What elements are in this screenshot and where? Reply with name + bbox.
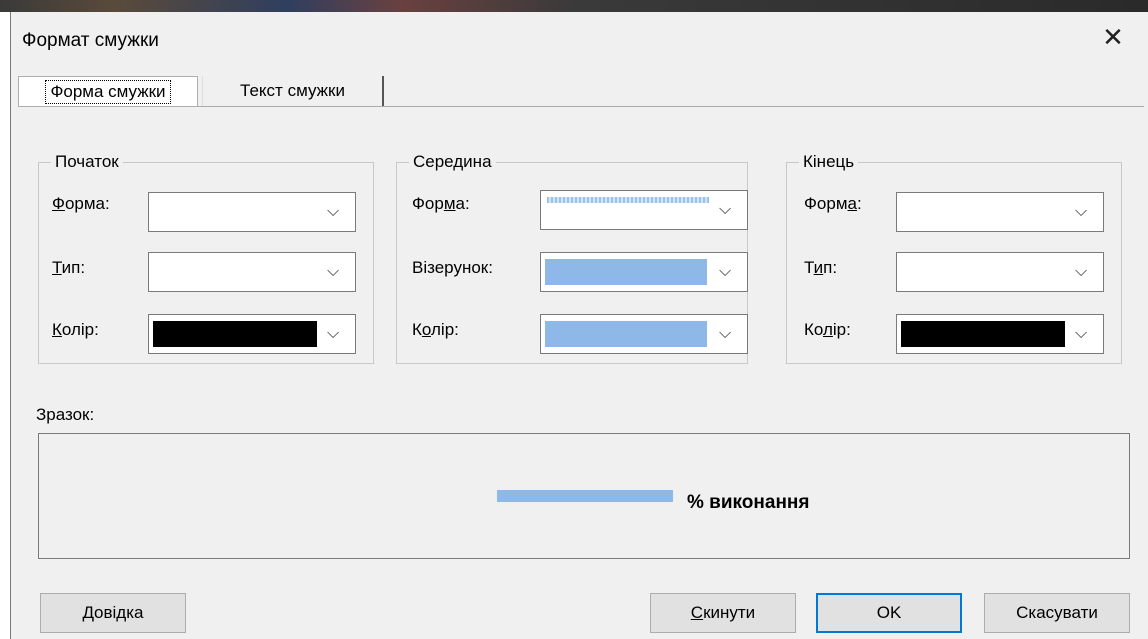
start-color-select[interactable]: ⌵ <box>148 314 356 354</box>
end-shape-select[interactable]: ⌵ <box>896 192 1104 232</box>
chevron-down-icon: ⌵ <box>719 325 732 342</box>
tab-bar-shape[interactable]: Форма смужки <box>18 76 198 106</box>
help-button[interactable]: Довідка <box>40 593 186 633</box>
chevron-down-icon: ⌵ <box>1075 325 1088 342</box>
middle-shape-label: Форма: <box>412 194 470 213</box>
end-color-label: Колір: <box>804 320 851 339</box>
color-swatch <box>153 321 317 347</box>
shape-preview <box>547 197 709 203</box>
tab-bar-text[interactable]: Текст смужки <box>202 76 384 106</box>
sample-label: Зразок: <box>36 405 95 424</box>
color-swatch <box>901 321 1065 347</box>
sample-bar <box>497 490 673 502</box>
start-shape-label: Форма: <box>52 194 110 213</box>
middle-color-select[interactable]: ⌵ <box>540 314 748 354</box>
background-window-edge <box>0 12 10 639</box>
end-type-label: Тип: <box>804 258 838 277</box>
sample-text: % виконання <box>687 492 810 513</box>
middle-color-label: Колір: <box>412 320 459 339</box>
middle-pattern-select[interactable]: ⌵ <box>540 252 748 292</box>
group-end-legend: Кінець <box>799 152 859 172</box>
start-color-label: Колір: <box>52 320 99 339</box>
color-swatch <box>545 321 707 347</box>
middle-pattern-label: Візерунок: <box>412 258 493 277</box>
start-shape-select[interactable]: ⌵ <box>148 192 356 232</box>
start-type-label: Тип: <box>52 258 86 277</box>
dialog-title: Формат смужки <box>22 30 159 51</box>
chevron-down-icon: ⌵ <box>327 203 340 220</box>
chevron-down-icon: ⌵ <box>719 263 732 280</box>
background-window-strip <box>0 0 1148 12</box>
middle-shape-select[interactable]: ⌵ <box>540 190 748 230</box>
close-button[interactable]: ✕ <box>1098 22 1128 52</box>
close-icon: ✕ <box>1102 21 1124 52</box>
tab-panel-border <box>18 106 1144 107</box>
end-type-select[interactable]: ⌵ <box>896 252 1104 292</box>
start-type-select[interactable]: ⌵ <box>148 252 356 292</box>
ok-button[interactable]: OK <box>816 593 962 633</box>
pattern-swatch <box>545 259 707 285</box>
group-start-legend: Початок <box>51 152 123 172</box>
reset-button[interactable]: Скинути <box>650 593 796 633</box>
chevron-down-icon: ⌵ <box>327 263 340 280</box>
cancel-button[interactable]: Скасувати <box>984 593 1130 633</box>
chevron-down-icon: ⌵ <box>1075 203 1088 220</box>
sample-preview: % виконання <box>38 433 1130 559</box>
chevron-down-icon: ⌵ <box>719 201 732 218</box>
chevron-down-icon: ⌵ <box>1075 263 1088 280</box>
end-color-select[interactable]: ⌵ <box>896 314 1104 354</box>
end-shape-label: Форма: <box>804 194 862 213</box>
chevron-down-icon: ⌵ <box>327 325 340 342</box>
group-middle-legend: Середина <box>409 152 496 172</box>
